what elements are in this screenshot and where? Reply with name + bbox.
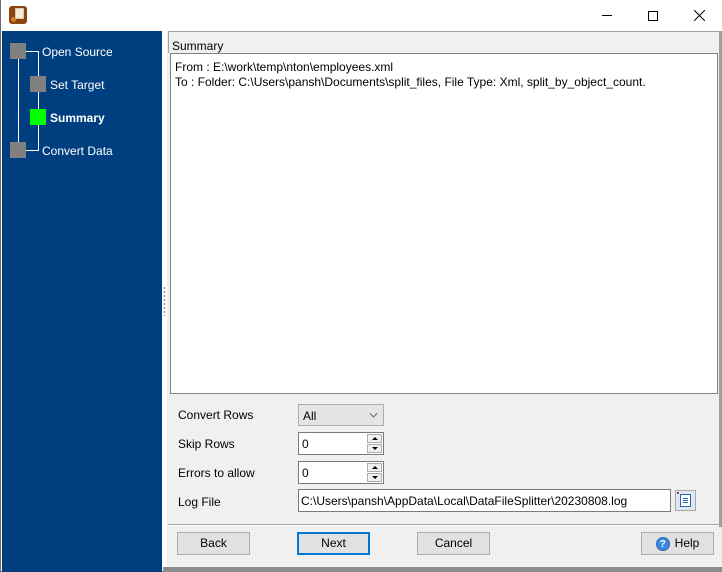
app-icon[interactable] [9, 6, 27, 24]
browse-log-file-button[interactable] [675, 490, 696, 511]
convert-rows-value: All [303, 409, 317, 423]
wizard-window: Open Source Set Target Summary Convert D… [0, 0, 722, 572]
summary-title: Summary [172, 39, 224, 53]
errors-to-allow-value: 0 [302, 466, 309, 480]
close-icon [693, 10, 705, 21]
skip-rows-label: Skip Rows [178, 437, 235, 451]
step-marker-open-source [10, 43, 26, 59]
splitter-handle[interactable] [163, 286, 166, 316]
chevron-down-icon [369, 409, 378, 418]
spin-down-icon[interactable] [367, 444, 382, 453]
convert-rows-dropdown[interactable]: All [298, 404, 384, 426]
step-set-target[interactable]: Set Target [50, 78, 104, 92]
step-summary[interactable]: Summary [50, 111, 105, 125]
skip-rows-value: 0 [302, 437, 309, 451]
window-bottom-edge [163, 567, 722, 572]
step-marker-convert-data [10, 142, 26, 158]
errors-to-allow-label: Errors to allow [178, 466, 255, 480]
convert-rows-label: Convert Rows [178, 408, 254, 422]
errors-to-allow-stepper[interactable]: 0 [298, 461, 384, 484]
document-icon [680, 494, 691, 507]
summary-from-line: From : E:\work\temp\nton\employees.xml [175, 60, 394, 74]
tree-line [18, 52, 19, 150]
minimize-icon [602, 15, 612, 16]
next-button[interactable]: Next [297, 532, 370, 555]
skip-rows-stepper[interactable]: 0 [298, 432, 384, 455]
spin-up-icon[interactable] [367, 434, 382, 443]
divider [168, 524, 719, 526]
help-label: Help [674, 536, 700, 550]
step-open-source[interactable]: Open Source [42, 45, 113, 59]
maximize-button[interactable] [630, 0, 676, 31]
summary-text-area[interactable]: From : E:\work\temp\nton\employees.xml T… [170, 53, 718, 394]
minimize-button[interactable] [584, 0, 630, 31]
log-file-input[interactable]: C:\Users\pansh\AppData\Local\DataFileSpl… [298, 489, 671, 512]
summary-to-line: To : Folder: C:\Users\pansh\Documents\sp… [175, 75, 646, 89]
cancel-button[interactable]: Cancel [417, 532, 490, 555]
back-button[interactable]: Back [177, 532, 250, 555]
summary-header: Summary [168, 31, 722, 53]
close-button[interactable] [676, 0, 722, 31]
wizard-steps-sidebar: Open Source Set Target Summary Convert D… [2, 31, 162, 572]
help-button[interactable]: ? Help [641, 532, 714, 555]
spin-up-icon[interactable] [367, 463, 382, 472]
content-panel: Summary From : E:\work\temp\nton\employe… [167, 31, 722, 572]
step-marker-set-target [30, 76, 46, 92]
maximize-icon [648, 10, 658, 21]
spin-down-icon[interactable] [367, 473, 382, 482]
help-icon: ? [655, 536, 670, 551]
title-bar[interactable] [1, 0, 722, 31]
log-file-label: Log File [178, 495, 221, 509]
log-file-value: C:\Users\pansh\AppData\Local\DataFileSpl… [301, 494, 628, 508]
step-convert-data[interactable]: Convert Data [42, 144, 113, 158]
step-marker-summary [30, 109, 46, 125]
tree-line [26, 150, 39, 151]
tree-line [38, 51, 39, 150]
